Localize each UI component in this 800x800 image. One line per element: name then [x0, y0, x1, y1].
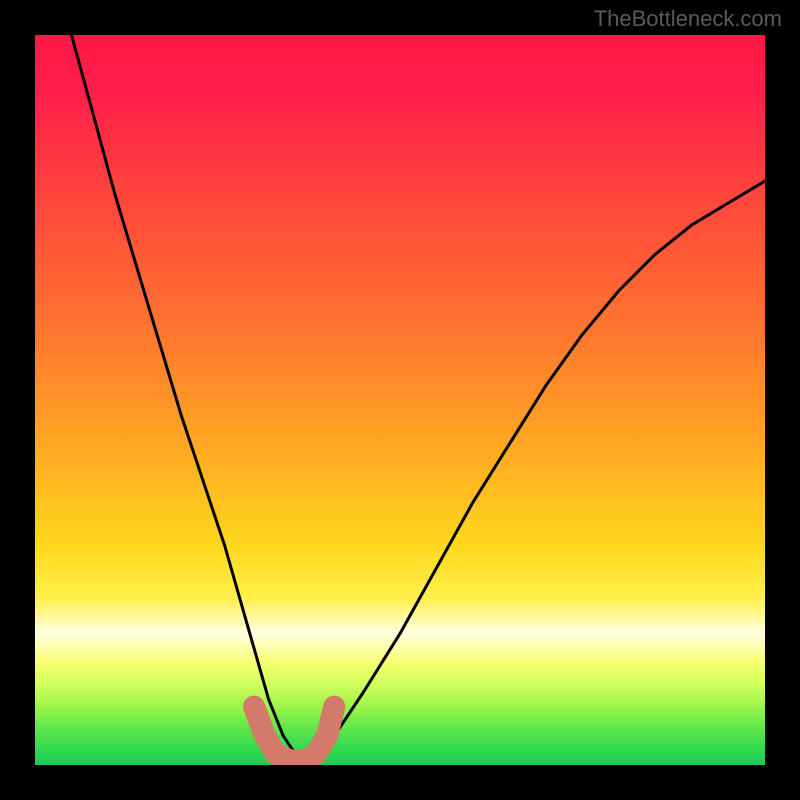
watermark-text: TheBottleneck.com	[594, 6, 782, 32]
bottleneck-curve	[72, 35, 766, 758]
highlight-band	[254, 707, 334, 761]
chart-plot-area	[35, 35, 765, 765]
chart-svg	[35, 35, 765, 765]
